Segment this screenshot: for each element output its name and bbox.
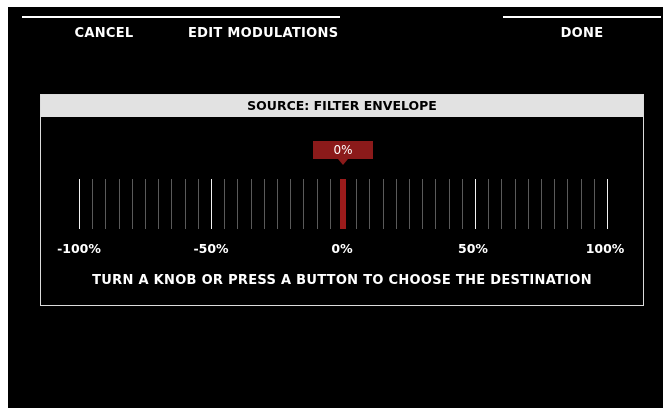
done-button[interactable]: DONE [503,16,661,46]
scale-label-zero: 0% [331,241,353,256]
scale-tick [528,179,529,229]
value-badge: 0% [313,141,373,159]
scale-tick [369,179,370,229]
scale-tick [462,179,463,229]
scale-tick [435,179,436,229]
scale-tick [383,179,384,229]
frame-left [0,0,8,408]
cancel-label: CANCEL [74,26,134,41]
cancel-button-line [22,16,186,18]
edit-modulations-line [181,16,340,18]
modulation-amount-slider[interactable]: 0% -100% -50% 0% 50% 100% TURN A KNOB OR… [41,117,643,305]
scale-tick [501,179,502,229]
scale-tick [264,179,265,229]
done-button-line [503,16,661,18]
scale-tick [198,179,199,229]
scale-tick [290,179,291,229]
scale-tick [119,179,120,229]
modulation-dialog: SOURCE: FILTER ENVELOPE 0% -100% -50% 0%… [40,94,644,306]
scale-tick [317,179,318,229]
frame-right [663,0,671,408]
scale-tick [356,179,357,229]
scale-tick [158,179,159,229]
scale-tick [185,179,186,229]
scale-label-pos-half: 50% [458,241,488,256]
scale-label-neg-half: -50% [193,241,229,256]
screen: CANCEL EDIT MODULATIONS DONE SOURCE: FIL… [8,7,663,408]
scale-tick [449,179,450,229]
value-indicator [340,179,346,229]
scale-tick [581,179,582,229]
scale-tick [277,179,278,229]
scale-major-tick [211,179,212,229]
scale-tick [132,179,133,229]
scale-tick [105,179,106,229]
scale-tick [396,179,397,229]
scale-tick [541,179,542,229]
scale-tick [554,179,555,229]
scale-tick [567,179,568,229]
scale-tick [251,179,252,229]
page-title: EDIT MODULATIONS [188,26,339,41]
scale-tick [145,179,146,229]
scale-tick [303,179,304,229]
scale-tick [171,179,172,229]
scale-tick [92,179,93,229]
edit-modulations-tab[interactable]: EDIT MODULATIONS [181,16,340,46]
scale-tick [488,179,489,229]
scale-tick [237,179,238,229]
done-label: DONE [560,26,604,41]
scale-major-tick [607,179,608,229]
cancel-button[interactable]: CANCEL [22,16,186,46]
scale-label-min: -100% [57,241,101,256]
scale-major-tick [79,179,80,229]
scale-tick [409,179,410,229]
scale-tick [422,179,423,229]
scale-label-max: 100% [585,241,625,256]
scale-tick [594,179,595,229]
dialog-title: SOURCE: FILTER ENVELOPE [41,95,643,117]
frame-top [0,0,671,7]
value-pointer-icon [338,159,348,165]
scale-tick [330,179,331,229]
instruction-text: TURN A KNOB OR PRESS A BUTTON TO CHOOSE … [92,273,592,288]
scale-tick [515,179,516,229]
scale-tick [224,179,225,229]
scale-major-tick [475,179,476,229]
